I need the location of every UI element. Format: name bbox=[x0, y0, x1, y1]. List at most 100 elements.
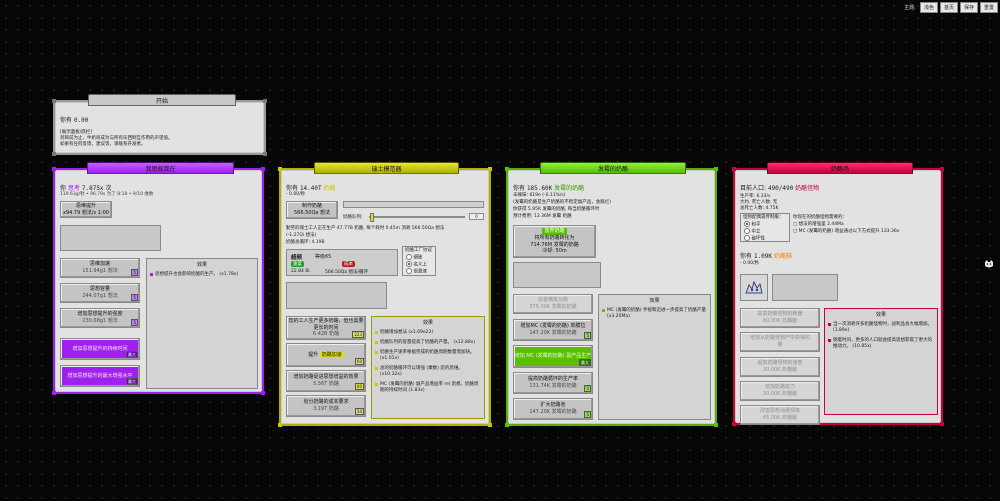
option-label: 细致 bbox=[413, 255, 423, 261]
upgrade-button-maxed[interactable]: 增加 MC (发霉的奶酪) 副产品生产 最大 bbox=[513, 345, 593, 368]
effect-text: 随着时间，更多的人口就会提高思想获取了更大的推动力。 (10.85x) bbox=[833, 338, 932, 350]
radio-selected-icon[interactable] bbox=[744, 221, 750, 227]
moldy-visual-box bbox=[513, 262, 601, 288]
protocol-option[interactable]: 细致 bbox=[406, 254, 422, 261]
population-label: 目前人口: bbox=[740, 185, 767, 192]
upgrade-button[interactable]: 增加奶酪促进思想增益的效果 5.56T 奶酪 60 bbox=[286, 370, 366, 392]
upgrade-button[interactable]: 增加思想提升的强度 230.68g1 想法 5 bbox=[60, 308, 140, 328]
effect-heading: 效果 bbox=[196, 262, 207, 268]
radio-icon[interactable] bbox=[744, 228, 750, 234]
abandon-cheese-button[interactable]: 放弃奶酪 将所有奶酪转化为 714.76M 发霉的奶酪 冷却: 50m bbox=[513, 225, 596, 258]
button-label: 提升 bbox=[308, 351, 319, 358]
level-badge: 5 bbox=[584, 410, 591, 418]
uniform-option[interactable]: 破坏性 bbox=[744, 235, 765, 242]
monster-uniform-group: 怪物配偶遗传制服： 和平 中立 破坏性 bbox=[740, 213, 790, 242]
upgrade-button[interactable]: 提升 奶酪加速 60 bbox=[286, 343, 366, 367]
corner-decoration bbox=[278, 423, 282, 427]
upgrade-button-maxed[interactable]: 增加思想提升的最大增强水平 最大 bbox=[60, 365, 140, 387]
upgrade-button[interactable]: 您的工人生产更多奶酪，但也需要 更长的时间 6.42B 奶酪 223 bbox=[286, 316, 366, 340]
button-label: 将所有奶酪转化为 bbox=[534, 234, 575, 241]
make-cheese-button[interactable]: 制作奶酪 566.50Qa 想法 bbox=[286, 201, 338, 219]
overclock-box[interactable]: 超频 等级65 速度 成本 22.84 Bi 566.50Qa 想法/循环 bbox=[286, 249, 398, 276]
theme-button[interactable]: 浅色 bbox=[919, 2, 938, 13]
corner-decoration bbox=[488, 167, 492, 171]
think-panel: 我思故我在 你 思考 7.875x 次 119.63g/秒 • 96.79s 为… bbox=[52, 162, 265, 395]
bullet-square-icon bbox=[375, 341, 378, 345]
have-prefix: 你有 bbox=[60, 117, 73, 124]
home-button[interactable]: 首页 bbox=[939, 2, 958, 13]
factory-protocol-group: 奶酪工厂协议 细致 名义上 很激速 bbox=[402, 246, 436, 276]
button-cost: 30.00K 奶酪脑 bbox=[762, 367, 798, 373]
corner-decoration bbox=[263, 152, 267, 156]
cheese-panel: 瑞士模范器 你有 14.40T 奶酪 - 0.00/秒 制作奶酪 566.50Q… bbox=[278, 162, 492, 427]
queue-slider-track[interactable] bbox=[369, 213, 465, 222]
monster-need: □ MC (发霉的奶酪) 增益通过以下方式提升 133.36x bbox=[793, 229, 900, 234]
level-badge: 60 bbox=[354, 382, 364, 390]
uniform-option[interactable]: 中立 bbox=[744, 228, 760, 235]
population-unit: 奶酪怪物 bbox=[795, 185, 820, 192]
radio-icon[interactable] bbox=[406, 254, 412, 260]
bullet-square-icon bbox=[375, 351, 378, 355]
intro-panel: 开始 你有 0.00 牛奶 [展示面板/底栏] 到目前为止，牛奶商成为与所有乐西… bbox=[52, 94, 267, 156]
radio-icon[interactable] bbox=[744, 235, 750, 241]
button-label-line: 提升 奶酪加速 bbox=[308, 351, 344, 359]
theme-label: 主题: bbox=[904, 5, 916, 11]
queue-value-field[interactable]: 0 bbox=[469, 213, 484, 220]
upgrade-button-disabled[interactable]: 增加奶酪能力 30.00K 奶酪脑 bbox=[740, 381, 820, 401]
bullet-square-icon bbox=[828, 323, 831, 326]
cheese-rate: - 0.00/秒 bbox=[286, 192, 306, 197]
moldy-cheese-panel: 发霉的奶酪 你有 185.60K 发霉的奶酪 辛辣味: 619e (-0.11%… bbox=[505, 162, 718, 427]
cheese-farm-panel: 奶酪场 目前人口: 490/490 奶酪怪物 生产率: 6.33/s 大约. 死… bbox=[732, 162, 944, 426]
bullet-square-icon bbox=[828, 339, 831, 343]
level-badge: 5 bbox=[131, 293, 138, 301]
corner-decoration bbox=[52, 167, 56, 171]
milk-unit: 牛奶 bbox=[90, 117, 103, 124]
moldy-unit: 发霉的奶酪 bbox=[554, 185, 585, 192]
button-label: 增加奶酪促进思想增益的效果 bbox=[293, 374, 359, 381]
upgrade-button-disabled[interactable]: 完善精炼功能 375.00K 发霉的奶酪 bbox=[513, 294, 593, 314]
button-cost: 147.20K 发霉的奶酪 bbox=[529, 330, 577, 336]
uniform-option[interactable]: 和平 bbox=[744, 221, 760, 228]
button-label: 思维加速 bbox=[89, 261, 110, 268]
moldy-line: 你获得 5.95K 发霉的奶酪, 每当奶酪循环时 bbox=[513, 207, 600, 212]
corner-decoration bbox=[940, 422, 944, 426]
upgrade-button-disabled[interactable]: 提高奶酪怪物的精器 80.00K 奶酪脑 bbox=[740, 308, 820, 328]
overclock-label: 超频 bbox=[291, 255, 303, 261]
radio-selected-icon[interactable] bbox=[406, 261, 412, 267]
effect-item: 思想提升也会影响奶酪的生产。 (x1.78x) bbox=[147, 270, 257, 280]
corner-decoration bbox=[52, 99, 56, 103]
upgrade-button-disabled[interactable]: 改善思想消费规率 45.00K 奶酪脑 bbox=[740, 405, 820, 425]
level-badge: 最大 bbox=[126, 350, 138, 358]
upgrade-button[interactable]: 提高奶酪循环的生产率 131.74K 发霉的奶酪 5 bbox=[513, 372, 593, 394]
upgrade-button[interactable]: 思维加速 151.94g1 想法 5 bbox=[60, 258, 140, 278]
button-label: 提高奶酪循环的生产率 bbox=[527, 376, 578, 383]
corner-decoration bbox=[714, 423, 718, 427]
protocol-option[interactable]: 名义上 bbox=[406, 261, 427, 268]
upgrade-button-disabled[interactable]: 提高奶酪怪物的速度 30.00K 奶酪脑 bbox=[740, 357, 820, 377]
cheese-desc: 奶酪总循环: 4.19B bbox=[286, 240, 325, 245]
button-label: 增加奶酪能力 bbox=[764, 384, 795, 391]
radio-icon[interactable] bbox=[406, 268, 412, 274]
monster-need: □ 想法的增强里 2.44Ma bbox=[793, 222, 844, 227]
upgrade-button-disabled[interactable]: 增加从奶酪怪物产中获得的 量 bbox=[740, 332, 820, 352]
upgrade-button[interactable]: 划分奶酪的成本要求 3.19T 奶酪 34 bbox=[286, 395, 366, 417]
have-prefix: 你有 bbox=[740, 253, 753, 260]
upgrade-button[interactable]: 思想容量 244.07g1 想法 5 bbox=[60, 283, 140, 303]
bullet-square-icon bbox=[375, 331, 378, 334]
upgrade-button[interactable]: 扩大奶酪池 147.20K 发霉的奶酪 5 bbox=[513, 398, 593, 420]
level-badge: 223 bbox=[352, 330, 364, 338]
side-cat-icon[interactable] bbox=[984, 259, 994, 269]
upgrade-button-maxed[interactable]: 增加思想提升的持续时间 最大 bbox=[60, 338, 140, 360]
corner-decoration bbox=[263, 99, 267, 103]
option-label: 名义上 bbox=[413, 262, 427, 268]
save-button[interactable]: 保存 bbox=[959, 2, 978, 13]
upgrade-button[interactable]: 增加MC (发霉的奶酪) 单膜拉 147.20K 发霉的奶酪 5 bbox=[513, 319, 593, 341]
button-label: 改善思想消费规率 bbox=[759, 408, 800, 415]
queue-slider-thumb[interactable] bbox=[370, 213, 374, 222]
corner-decoration bbox=[732, 422, 736, 426]
reset-button[interactable]: 重置 bbox=[979, 2, 998, 13]
thought-boost-button[interactable]: 思维提升 x94.79 想法/s 1:00 bbox=[60, 201, 112, 218]
protocol-option[interactable]: 很激速 bbox=[406, 268, 427, 275]
farm-stat: 总死亡人数: 4.75K bbox=[740, 206, 779, 211]
moldy-panel-title: 发霉的奶酪 bbox=[540, 162, 686, 174]
